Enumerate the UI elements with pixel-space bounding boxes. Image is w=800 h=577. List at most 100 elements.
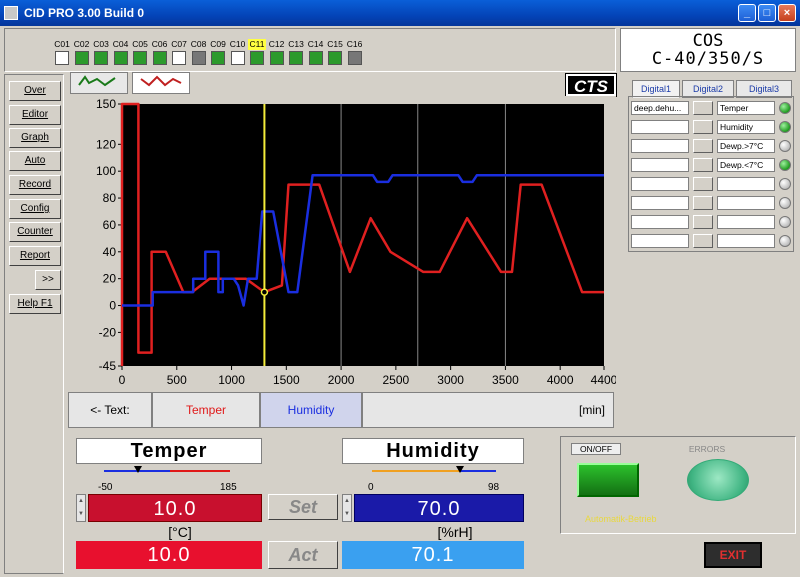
channel-status-box[interactable] — [269, 51, 284, 65]
channel-status-box[interactable] — [74, 51, 89, 65]
channel-14[interactable]: C14 — [307, 39, 325, 65]
digital-input-field[interactable] — [631, 215, 689, 229]
channel-10[interactable]: C10 — [229, 39, 247, 65]
digital-output-field[interactable]: Dewp.>7°C — [717, 139, 775, 153]
channel-1[interactable]: C01 — [53, 39, 71, 65]
channel-4[interactable]: C04 — [112, 39, 130, 65]
channel-label: C09 — [210, 39, 226, 49]
humidity-set-value[interactable]: 70.0 — [354, 494, 524, 522]
channel-strip: C01 C02 C03 C04 C05 C06 C07 C08 C09 C10 C11 C12 C13 C… — [4, 28, 616, 72]
channel-status-box[interactable] — [152, 51, 167, 65]
digital-input-field[interactable] — [631, 120, 689, 134]
x-tick-label: 500 — [167, 373, 187, 387]
digital-output-field[interactable] — [717, 234, 775, 248]
x-axis-unit: [min] — [362, 392, 614, 428]
y-tick-label: 20 — [103, 272, 117, 286]
channel-9[interactable]: C09 — [209, 39, 227, 65]
temper-set-value[interactable]: 10.0 — [88, 494, 262, 522]
nav-record-button[interactable]: Record — [9, 175, 61, 195]
digital-toggle-button[interactable] — [693, 158, 713, 172]
digital-output-field[interactable]: Temper — [717, 101, 775, 115]
close-button[interactable]: × — [778, 4, 796, 22]
text-toggle-button[interactable]: <- Text: — [68, 392, 152, 428]
digital-toggle-button[interactable] — [693, 139, 713, 153]
digital-input-field[interactable] — [631, 234, 689, 248]
channel-7[interactable]: C07 — [170, 39, 188, 65]
digital-input-field[interactable]: deep.dehu... — [631, 101, 689, 115]
digital-input-field[interactable] — [631, 177, 689, 191]
x-tick-label: 0 — [119, 373, 126, 387]
digital-toggle-button[interactable] — [693, 215, 713, 229]
channel-status-box[interactable] — [328, 51, 342, 65]
channel-6[interactable]: C06 — [151, 39, 169, 65]
digital-status-led — [779, 102, 791, 114]
channel-8[interactable]: C08 — [190, 39, 208, 65]
channel-11[interactable]: C11 — [248, 39, 266, 65]
digital-input-field[interactable] — [631, 139, 689, 153]
set-button[interactable]: Set — [268, 494, 338, 520]
digital-input-field[interactable] — [631, 158, 689, 172]
channel-2[interactable]: C02 — [73, 39, 91, 65]
onoff-button[interactable] — [577, 463, 639, 497]
tab-graph-view[interactable] — [70, 72, 128, 94]
digital-status-led — [779, 121, 791, 133]
window-title: CID PRO 3.00 Build 0 — [24, 6, 145, 20]
digital-output-field[interactable] — [717, 196, 775, 210]
channel-status-box[interactable] — [172, 51, 186, 65]
nav-auto-button[interactable]: Auto — [9, 151, 61, 171]
exit-button[interactable]: EXIT — [704, 542, 762, 568]
channel-13[interactable]: C13 — [287, 39, 305, 65]
channel-status-box[interactable] — [94, 51, 108, 65]
x-tick-label: 2000 — [328, 373, 355, 387]
nav-graph-button[interactable]: Graph — [9, 128, 61, 148]
digital-status-led — [779, 159, 791, 171]
humidity-spinner[interactable]: ▲ ▼ — [342, 494, 352, 522]
operating-mode-status: Automatik-Betrieb — [585, 514, 657, 524]
channel-status-box[interactable] — [347, 51, 362, 65]
nav-editor-button[interactable]: Editor — [9, 105, 61, 125]
nav-counter-button[interactable]: Counter — [9, 222, 61, 242]
legend-temper[interactable]: Temper — [152, 392, 260, 428]
y-tick-label: -45 — [99, 359, 117, 373]
channel-status-box[interactable] — [191, 51, 206, 65]
legend-humidity[interactable]: Humidity — [260, 392, 362, 428]
channel-3[interactable]: C03 — [92, 39, 110, 65]
digital-toggle-button[interactable] — [693, 234, 713, 248]
nav-report-button[interactable]: Report — [9, 246, 61, 266]
digital-output-field[interactable]: Dewp.<7°C — [717, 158, 775, 172]
channel-12[interactable]: C12 — [268, 39, 286, 65]
channel-16[interactable]: C16 — [346, 39, 364, 65]
nav-help-button[interactable]: Help F1 — [9, 294, 61, 314]
minimize-button[interactable]: _ — [738, 4, 756, 22]
channel-15[interactable]: C15 — [326, 39, 344, 65]
digital-toggle-button[interactable] — [693, 101, 713, 115]
tab-graph-alt[interactable] — [132, 72, 190, 94]
channel-label: C10 — [229, 39, 246, 49]
error-indicator-led — [687, 459, 749, 501]
act-button[interactable]: Act — [268, 541, 338, 569]
digital-output-field[interactable] — [717, 177, 775, 191]
channel-status-box[interactable] — [133, 51, 147, 65]
digital-toggle-button[interactable] — [693, 196, 713, 210]
maximize-button[interactable]: □ — [758, 4, 776, 22]
digital-toggle-button[interactable] — [693, 120, 713, 134]
digital-output-field[interactable] — [717, 215, 775, 229]
left-navigation: Over Editor Graph Auto Record Config Cou… — [4, 74, 64, 574]
digital-input-field[interactable] — [631, 196, 689, 210]
digital-toggle-button[interactable] — [693, 177, 713, 191]
channel-5[interactable]: C05 — [131, 39, 149, 65]
channel-status-box[interactable] — [230, 51, 245, 65]
nav-config-button[interactable]: Config — [9, 199, 61, 219]
channel-status-box[interactable] — [289, 51, 303, 65]
channel-status-box[interactable] — [250, 51, 264, 65]
channel-status-box[interactable] — [308, 51, 323, 65]
digital-output-field[interactable]: Humidity — [717, 120, 775, 134]
temper-spinner[interactable]: ▲ ▼ — [76, 494, 86, 522]
channel-status-box[interactable] — [211, 51, 225, 65]
channel-status-box[interactable] — [113, 51, 128, 65]
channel-status-box[interactable] — [55, 51, 69, 65]
y-tick-label: 150 — [96, 97, 116, 111]
nav-over-button[interactable]: Over — [9, 81, 61, 101]
digital-status-led — [779, 216, 791, 228]
nav-more-button[interactable]: >> — [35, 270, 61, 290]
